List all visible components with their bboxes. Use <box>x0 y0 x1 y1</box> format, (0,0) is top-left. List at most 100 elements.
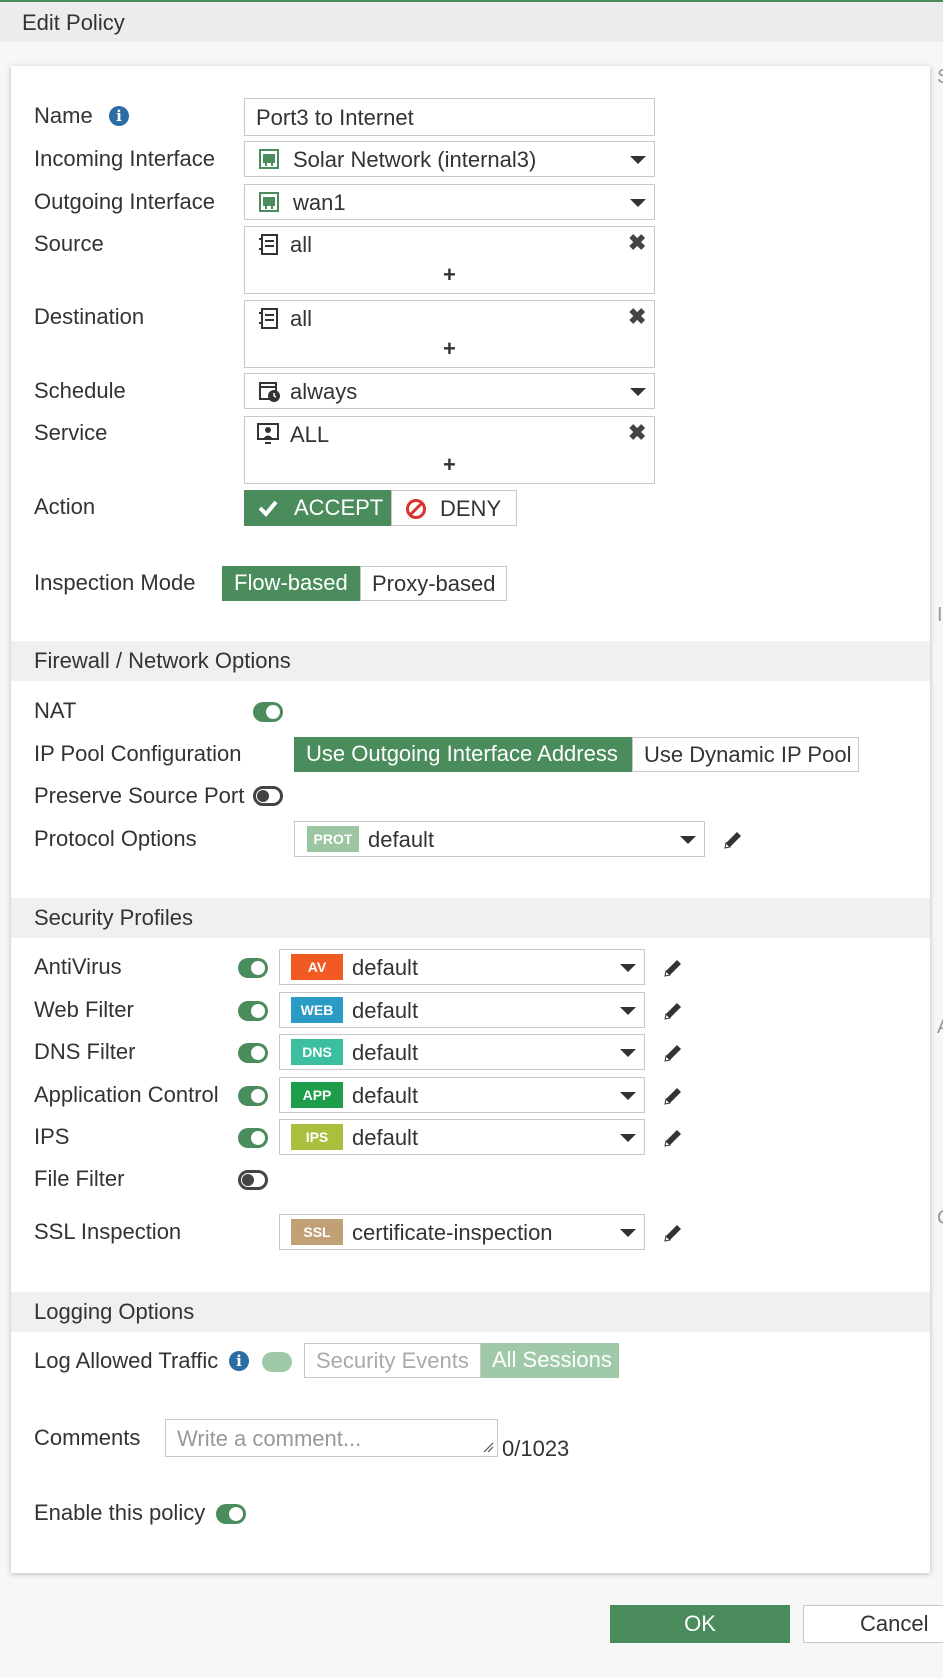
edit-pencil-icon[interactable] <box>662 957 684 979</box>
ssl-badge: SSL <box>291 1219 343 1245</box>
dns-filter-toggle[interactable] <box>238 1043 268 1063</box>
add-destination-button[interactable]: + <box>443 336 456 362</box>
web-filter-value: default <box>352 998 419 1023</box>
edit-pencil-icon[interactable] <box>722 829 744 851</box>
web-badge: WEB <box>291 997 343 1023</box>
side-letter: S <box>937 66 943 89</box>
application-control-value: default <box>352 1083 419 1108</box>
chevron-down-icon <box>620 1134 636 1142</box>
av-badge: AV <box>291 954 343 980</box>
cancel-button[interactable]: Cancel <box>803 1605 943 1643</box>
preserve-source-port-label: Preserve Source Port <box>34 783 245 808</box>
schedule-select[interactable]: always <box>244 373 655 409</box>
remove-icon[interactable]: ✖ <box>628 304 646 330</box>
application-control-label: Application Control <box>34 1082 219 1107</box>
prot-badge: PROT <box>307 826 359 852</box>
source-field[interactable]: all ✖ + <box>244 226 655 294</box>
preserve-source-port-toggle[interactable] <box>253 786 283 806</box>
web-filter-select[interactable]: WEB default <box>279 992 645 1028</box>
add-service-button[interactable]: + <box>443 452 456 478</box>
name-input[interactable]: Port3 to Internet <box>244 98 655 136</box>
antivirus-label: AntiVirus <box>34 954 122 979</box>
section-title: Firewall / Network Options <box>34 648 291 673</box>
remove-icon[interactable]: ✖ <box>628 420 646 446</box>
use-outgoing-interface-button[interactable]: Use Outgoing Interface Address <box>294 737 632 772</box>
outgoing-interface-select[interactable]: wan1 <box>244 184 655 220</box>
name-label: Name <box>34 103 93 128</box>
check-icon <box>258 500 278 517</box>
enable-policy-toggle[interactable] <box>216 1504 246 1524</box>
chevron-down-icon <box>620 964 636 972</box>
port-icon <box>259 192 279 212</box>
section-title: Logging Options <box>34 1299 195 1324</box>
ips-toggle[interactable] <box>238 1128 268 1148</box>
security-section-header: Security Profiles <box>11 898 930 938</box>
nat-toggle[interactable] <box>253 702 283 722</box>
service-icon <box>257 423 279 444</box>
file-filter-toggle[interactable] <box>238 1170 268 1190</box>
dns-filter-select[interactable]: DNS default <box>279 1034 645 1070</box>
accept-button[interactable]: ACCEPT <box>244 490 392 526</box>
remove-icon[interactable]: ✖ <box>628 230 646 256</box>
ips-select[interactable]: IPS default <box>279 1119 645 1155</box>
security-events-button[interactable]: Security Events <box>304 1343 481 1378</box>
ssl-inspection-value: certificate-inspection <box>352 1220 553 1245</box>
use-outgoing-label: Use Outgoing Interface Address <box>306 741 618 766</box>
firewall-section-header: Firewall / Network Options <box>11 641 930 681</box>
add-source-button[interactable]: + <box>443 262 456 288</box>
flow-based-button[interactable]: Flow-based <box>222 566 360 601</box>
deny-label: DENY <box>440 496 502 521</box>
proxy-based-label: Proxy-based <box>372 571 496 596</box>
proxy-based-button[interactable]: Proxy-based <box>360 566 507 601</box>
file-filter-label: File Filter <box>34 1166 125 1191</box>
edit-pencil-icon[interactable] <box>662 1222 684 1244</box>
comment-char-count: 0/1023 <box>502 1436 570 1461</box>
chevron-down-icon <box>620 1229 636 1237</box>
info-icon[interactable]: i <box>229 1351 249 1371</box>
use-dynamic-label: Use Dynamic IP Pool <box>644 742 852 767</box>
logging-section-header: Logging Options <box>11 1292 930 1332</box>
ok-button[interactable]: OK <box>610 1605 790 1643</box>
incoming-interface-label: Incoming Interface <box>34 146 215 171</box>
protocol-options-select[interactable]: PROT default <box>294 821 705 857</box>
application-control-select[interactable]: APP default <box>279 1077 645 1113</box>
schedule-value: always <box>290 379 358 404</box>
info-icon[interactable]: i <box>109 106 129 126</box>
window-title: Edit Policy <box>22 10 125 35</box>
use-dynamic-ip-pool-button[interactable]: Use Dynamic IP Pool <box>632 737 859 772</box>
deny-button[interactable]: DENY <box>391 490 517 526</box>
deny-icon <box>406 499 426 519</box>
log-allowed-traffic-toggle[interactable] <box>262 1352 292 1372</box>
chevron-down-icon <box>620 1007 636 1015</box>
antivirus-toggle[interactable] <box>238 958 268 978</box>
flow-based-label: Flow-based <box>234 570 348 595</box>
all-sessions-button[interactable]: All Sessions <box>481 1343 619 1378</box>
edit-pencil-icon[interactable] <box>662 1127 684 1149</box>
edit-pencil-icon[interactable] <box>662 1085 684 1107</box>
edit-pencil-icon[interactable] <box>662 1042 684 1064</box>
resize-handle-icon[interactable] <box>482 1441 494 1453</box>
application-control-toggle[interactable] <box>238 1086 268 1106</box>
schedule-icon <box>259 382 280 402</box>
enable-policy-label: Enable this policy <box>34 1500 206 1525</box>
port-icon <box>259 149 279 169</box>
destination-field[interactable]: all ✖ + <box>244 300 655 368</box>
antivirus-select[interactable]: AV default <box>279 949 645 985</box>
comments-label: Comments <box>34 1425 141 1450</box>
source-value: all <box>290 232 313 257</box>
log-allowed-traffic-label: Log Allowed Traffic <box>34 1348 219 1373</box>
accept-label: ACCEPT <box>294 495 384 520</box>
cancel-label: Cancel <box>860 1611 929 1636</box>
schedule-label: Schedule <box>34 378 126 403</box>
destination-label: Destination <box>34 304 145 329</box>
incoming-interface-select[interactable]: Solar Network (internal3) <box>244 141 655 177</box>
web-filter-toggle[interactable] <box>238 1001 268 1021</box>
side-letter: C <box>937 1207 943 1230</box>
ssl-inspection-select[interactable]: SSL certificate-inspection <box>279 1214 645 1250</box>
service-field[interactable]: ALL ✖ + <box>244 416 655 484</box>
comments-textarea[interactable]: Write a comment... <box>165 1419 498 1457</box>
chevron-down-icon <box>630 388 646 396</box>
source-label: Source <box>34 231 104 256</box>
edit-pencil-icon[interactable] <box>662 1000 684 1022</box>
address-book-icon <box>259 234 278 255</box>
